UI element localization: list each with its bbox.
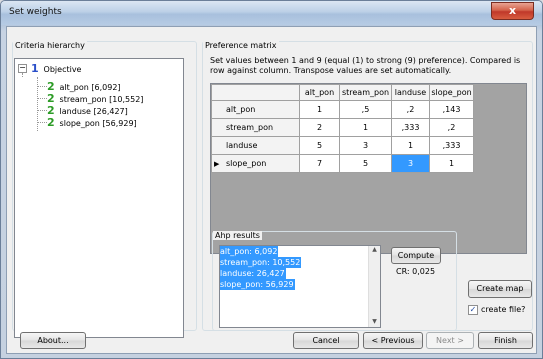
create-file-label: create file?: [481, 305, 526, 314]
close-button[interactable]: x: [491, 2, 534, 20]
matrix-cell[interactable]: 7: [299, 154, 340, 173]
cr-value: CR: 0,025: [396, 267, 436, 276]
matrix-cell-selected[interactable]: 3: [391, 154, 430, 173]
preference-matrix: alt_pon stream_pon landuse slope_pon alt…: [211, 84, 474, 173]
ahp-results-textbox[interactable]: alt_pon: 6,092 stream_pon: 10,552 landus…: [219, 245, 381, 328]
tree-node-stream-pon[interactable]: 2 stream_pon [10,552]: [47, 92, 144, 105]
matrix-row: landuse 5 3 1 ,333: [211, 136, 474, 155]
matrix-cell[interactable]: ,5: [339, 100, 392, 119]
preference-group-label: Preference matrix: [203, 41, 279, 50]
row-header[interactable]: alt_pon: [211, 100, 300, 119]
scroll-up-icon[interactable]: ▲: [369, 246, 380, 258]
results-scrollbar[interactable]: ▲ ▼: [368, 246, 380, 327]
column-header[interactable]: landuse: [391, 84, 430, 101]
criteria-tree[interactable]: − 1 Objective 2 alt_pon [6,092] 2 stream…: [14, 58, 184, 338]
close-icon: x: [508, 4, 517, 17]
matrix-cell[interactable]: ,333: [429, 136, 474, 155]
minus-icon: −: [19, 63, 26, 72]
dialog-client-area: Criteria hierarchy − 1 Objective 2 alt_p…: [6, 26, 537, 354]
checkmark-icon: ✓: [469, 305, 477, 314]
level-2-icon: 2: [47, 116, 55, 129]
row-header[interactable]: stream_pon: [211, 118, 300, 137]
column-header[interactable]: alt_pon: [299, 84, 340, 101]
tree-node-landuse[interactable]: 2 landuse [26,427]: [47, 104, 128, 117]
compute-button[interactable]: Compute: [391, 247, 441, 264]
tree-node-slope-pon[interactable]: 2 slope_pon [56,929]: [47, 116, 137, 129]
matrix-cell[interactable]: 1: [299, 100, 340, 119]
previous-button[interactable]: < Previous: [363, 332, 423, 349]
scroll-down-icon[interactable]: ▼: [369, 318, 380, 325]
title-bar[interactable]: Set weights x: [1, 1, 542, 25]
collapse-toggle-icon[interactable]: −: [18, 64, 27, 73]
tree-node-label: alt_pon [6,092]: [59, 83, 121, 92]
column-header[interactable]: stream_pon: [339, 84, 392, 101]
matrix-cell[interactable]: ,333: [391, 118, 430, 137]
current-row-icon: ▶: [214, 160, 220, 168]
result-line: alt_pon: 6,092: [220, 246, 279, 257]
matrix-cell[interactable]: ,2: [429, 118, 474, 137]
result-line: stream_pon: 10,552: [220, 257, 302, 268]
matrix-cell[interactable]: 1: [429, 154, 474, 173]
preference-description: Set values between 1 and 9 (equal (1) to…: [210, 56, 521, 75]
matrix-row: stream_pon 2 1 ,333 ,2: [211, 118, 474, 137]
next-button[interactable]: Next >: [426, 332, 474, 349]
matrix-cell[interactable]: 5: [299, 136, 340, 155]
tree-node-label: Objective: [43, 65, 82, 74]
matrix-row: alt_pon 1 ,5 ,2 ,143: [211, 100, 474, 119]
corner-cell: [211, 84, 300, 101]
matrix-row: ▶ slope_pon 7 5 3 1: [211, 154, 474, 173]
row-header[interactable]: ▶ slope_pon: [211, 154, 300, 173]
create-file-checkbox[interactable]: ✓: [468, 305, 478, 315]
matrix-cell[interactable]: 2: [299, 118, 340, 137]
result-line: slope_pon: 56,929: [220, 279, 295, 290]
column-header[interactable]: slope_pon: [429, 84, 474, 101]
tree-node-objective[interactable]: 1 Objective: [31, 62, 82, 75]
row-header[interactable]: landuse: [211, 136, 300, 155]
cancel-button[interactable]: Cancel: [293, 332, 359, 349]
matrix-cell[interactable]: 3: [339, 136, 392, 155]
set-weights-window: Set weights x Criteria hierarchy − 1 Obj…: [0, 0, 543, 359]
tree-node-label: landuse [26,427]: [59, 107, 128, 116]
result-line: landuse: 26,427: [220, 268, 286, 279]
matrix-cell[interactable]: 1: [391, 136, 430, 155]
about-button[interactable]: About...: [20, 332, 86, 349]
matrix-cell[interactable]: 1: [339, 118, 392, 137]
matrix-cell[interactable]: ,143: [429, 100, 474, 119]
preference-matrix-grid[interactable]: alt_pon stream_pon landuse slope_pon alt…: [210, 83, 527, 254]
create-map-button[interactable]: Create map: [468, 280, 532, 298]
matrix-cell[interactable]: 5: [339, 154, 392, 173]
tree-node-label: stream_pon [10,552]: [59, 95, 144, 104]
finish-button[interactable]: Finish: [478, 332, 533, 349]
criteria-group-label: Criteria hierarchy: [13, 41, 87, 50]
window-title: Set weights: [9, 7, 62, 17]
matrix-cell[interactable]: ,2: [391, 100, 430, 119]
tree-node-alt-pon[interactable]: 2 alt_pon [6,092]: [47, 80, 121, 93]
level-1-icon: 1: [31, 62, 39, 75]
ahp-results-label: Ahp results: [213, 231, 262, 240]
tree-node-label: slope_pon [56,929]: [59, 119, 137, 128]
